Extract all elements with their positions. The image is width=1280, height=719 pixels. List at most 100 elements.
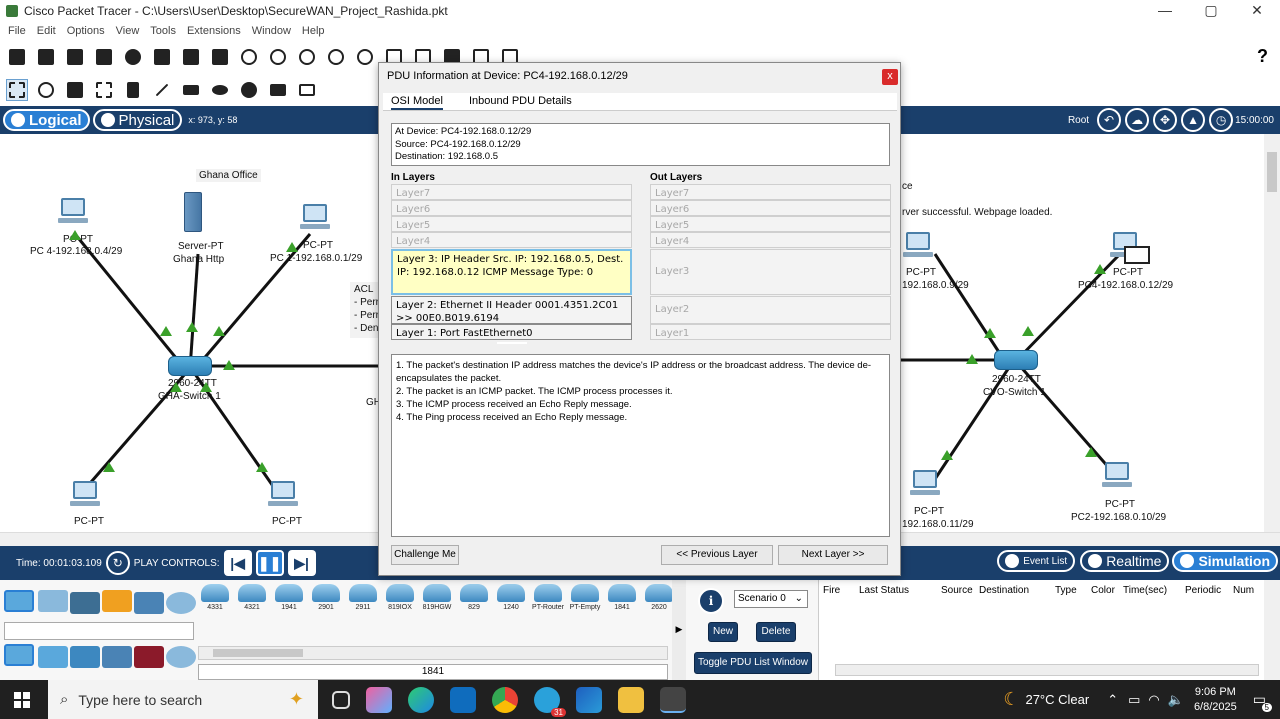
menu-window[interactable]: Window — [252, 25, 291, 37]
security-subcategory[interactable] — [134, 646, 164, 668]
switches-subcategory[interactable] — [38, 646, 68, 668]
pdu-envelope-icon[interactable] — [1124, 246, 1150, 264]
copilot-app-icon[interactable] — [366, 686, 392, 713]
model-scrollbar[interactable] — [198, 646, 668, 660]
out-layer-5[interactable]: Layer5 — [650, 216, 891, 232]
pc-right1-icon[interactable] — [903, 232, 933, 258]
device-model-tile[interactable]: 1240 — [494, 582, 528, 616]
device-model-tile[interactable]: 1841 — [605, 582, 639, 616]
print-icon[interactable] — [93, 46, 115, 68]
new-scenario-button[interactable]: New — [708, 622, 738, 642]
windows-start-icon[interactable] — [14, 692, 30, 708]
in-layer-7[interactable]: Layer7 — [391, 184, 632, 200]
dialog-close-button[interactable]: x — [882, 69, 898, 85]
pdu-vertical-scrollbar[interactable] — [1264, 580, 1280, 680]
pdu-column-header[interactable]: Source — [941, 585, 979, 596]
minimize-button[interactable]: — — [1142, 0, 1188, 22]
in-layer-6[interactable]: Layer6 — [391, 200, 632, 216]
paste-icon[interactable] — [209, 46, 231, 68]
pc-bottom-left-icon[interactable] — [70, 481, 100, 507]
in-layer-1[interactable]: Layer 1: Port FastEthernet0 — [391, 324, 632, 340]
pdu-column-header[interactable]: Periodic — [1185, 585, 1233, 596]
device-model-tile[interactable]: 4321 — [235, 582, 269, 616]
ellipse-icon[interactable] — [209, 79, 231, 101]
note-icon[interactable] — [122, 79, 144, 101]
maximize-button[interactable]: ▢ — [1188, 0, 1234, 22]
select-icon[interactable] — [6, 79, 28, 101]
zoom-in-icon[interactable] — [296, 46, 318, 68]
volume-icon[interactable]: 🔈 — [1168, 692, 1184, 708]
pdu-column-header[interactable]: Color — [1091, 585, 1123, 596]
undo-icon[interactable] — [238, 46, 260, 68]
hubs-subcategory[interactable] — [70, 646, 100, 668]
delete-icon[interactable] — [64, 79, 86, 101]
packet-tracer-taskbar-icon[interactable] — [660, 686, 686, 713]
info-icon[interactable] — [122, 46, 144, 68]
close-button[interactable]: ✕ — [1234, 0, 1280, 22]
physical-tab[interactable]: Physical — [92, 109, 183, 131]
simple-pdu-icon[interactable] — [267, 79, 289, 101]
menu-edit[interactable]: Edit — [37, 25, 56, 37]
tray-chevron-icon[interactable]: ⌃ — [1107, 692, 1118, 708]
scenario-select[interactable]: Scenario 0 ⌄ — [734, 590, 808, 608]
new-file-icon[interactable] — [6, 46, 28, 68]
menu-help[interactable]: Help — [302, 25, 325, 37]
device-model-tile[interactable]: 2620 — [642, 582, 676, 616]
next-layer-button[interactable]: Next Layer >> — [778, 545, 888, 565]
freeform-icon[interactable] — [238, 79, 260, 101]
device-model-tile[interactable]: 4331 — [198, 582, 232, 616]
previous-layer-button[interactable]: << Previous Layer — [661, 545, 773, 565]
device-model-tile[interactable]: 819IOX — [383, 582, 417, 616]
in-layer-5[interactable]: Layer5 — [391, 216, 632, 232]
in-layer-4[interactable]: Layer4 — [391, 232, 632, 248]
weather-readout[interactable]: 27°C Clear — [1025, 692, 1089, 707]
inspect-icon[interactable] — [35, 79, 57, 101]
save-icon[interactable] — [64, 46, 86, 68]
event-list-button[interactable]: Event List — [997, 550, 1076, 572]
device-model-tile[interactable]: PT-Empty — [568, 582, 602, 616]
file-explorer-icon[interactable] — [618, 686, 644, 713]
complex-pdu-icon[interactable] — [296, 79, 318, 101]
wireless-subcategory[interactable] — [102, 646, 132, 668]
category-search-field[interactable] — [4, 622, 194, 640]
chrome-icon[interactable] — [492, 686, 518, 713]
network-devices-category[interactable] — [4, 590, 34, 612]
network-wizard-icon[interactable] — [151, 46, 173, 68]
pc-bottom-right-icon[interactable] — [268, 481, 298, 507]
telegram-icon[interactable]: 31 — [534, 686, 566, 717]
delete-scenario-button[interactable]: Delete — [756, 622, 796, 642]
open-folder-icon[interactable] — [35, 46, 57, 68]
reset-time-icon[interactable]: ↻ — [105, 551, 130, 575]
panel-collapse-arrow[interactable]: ▶ — [672, 580, 686, 680]
step-forward-button[interactable]: ▶| — [287, 550, 316, 576]
cvo-switch-icon[interactable] — [994, 350, 1038, 370]
zoom-out-icon[interactable] — [354, 46, 376, 68]
out-layer-3[interactable]: Layer3 — [650, 249, 891, 295]
device-model-tile[interactable]: 2911 — [346, 582, 380, 616]
menu-options[interactable]: Options — [67, 25, 105, 37]
network-icon[interactable]: ▭ — [1128, 692, 1140, 708]
device-model-tile[interactable]: 2901 — [309, 582, 343, 616]
multiuser-category[interactable] — [166, 592, 196, 614]
realtime-button[interactable]: Realtime — [1080, 550, 1170, 572]
logical-tab[interactable]: Logical — [3, 109, 90, 131]
device-model-tile[interactable]: PT-Router — [531, 582, 565, 616]
scenario-info-icon[interactable]: i — [698, 588, 724, 614]
wifi-icon[interactable]: ◠ — [1148, 692, 1159, 708]
menu-tools[interactable]: Tools — [150, 25, 176, 37]
help-icon[interactable]: ? — [1257, 46, 1268, 67]
device-model-tile[interactable]: 829 — [457, 582, 491, 616]
gha-switch-icon[interactable] — [168, 356, 212, 376]
in-layer-2[interactable]: Layer 2: Ethernet II Header 0001.4351.2C… — [391, 296, 632, 324]
menu-file[interactable]: File — [8, 25, 26, 37]
out-layer-7[interactable]: Layer7 — [650, 184, 891, 200]
copy-icon[interactable] — [180, 46, 202, 68]
zoom-reset-icon[interactable] — [325, 46, 347, 68]
tab-inbound-pdu-details[interactable]: Inbound PDU Details — [469, 95, 572, 107]
device-model-tile[interactable]: 819HGW — [420, 582, 454, 616]
rectangle-icon[interactable] — [180, 79, 202, 101]
pause-button[interactable]: ❚❚ — [255, 550, 284, 576]
task-view-icon[interactable] — [332, 690, 350, 709]
device-model-tile[interactable]: 1941 — [272, 582, 306, 616]
out-layer-6[interactable]: Layer6 — [650, 200, 891, 216]
